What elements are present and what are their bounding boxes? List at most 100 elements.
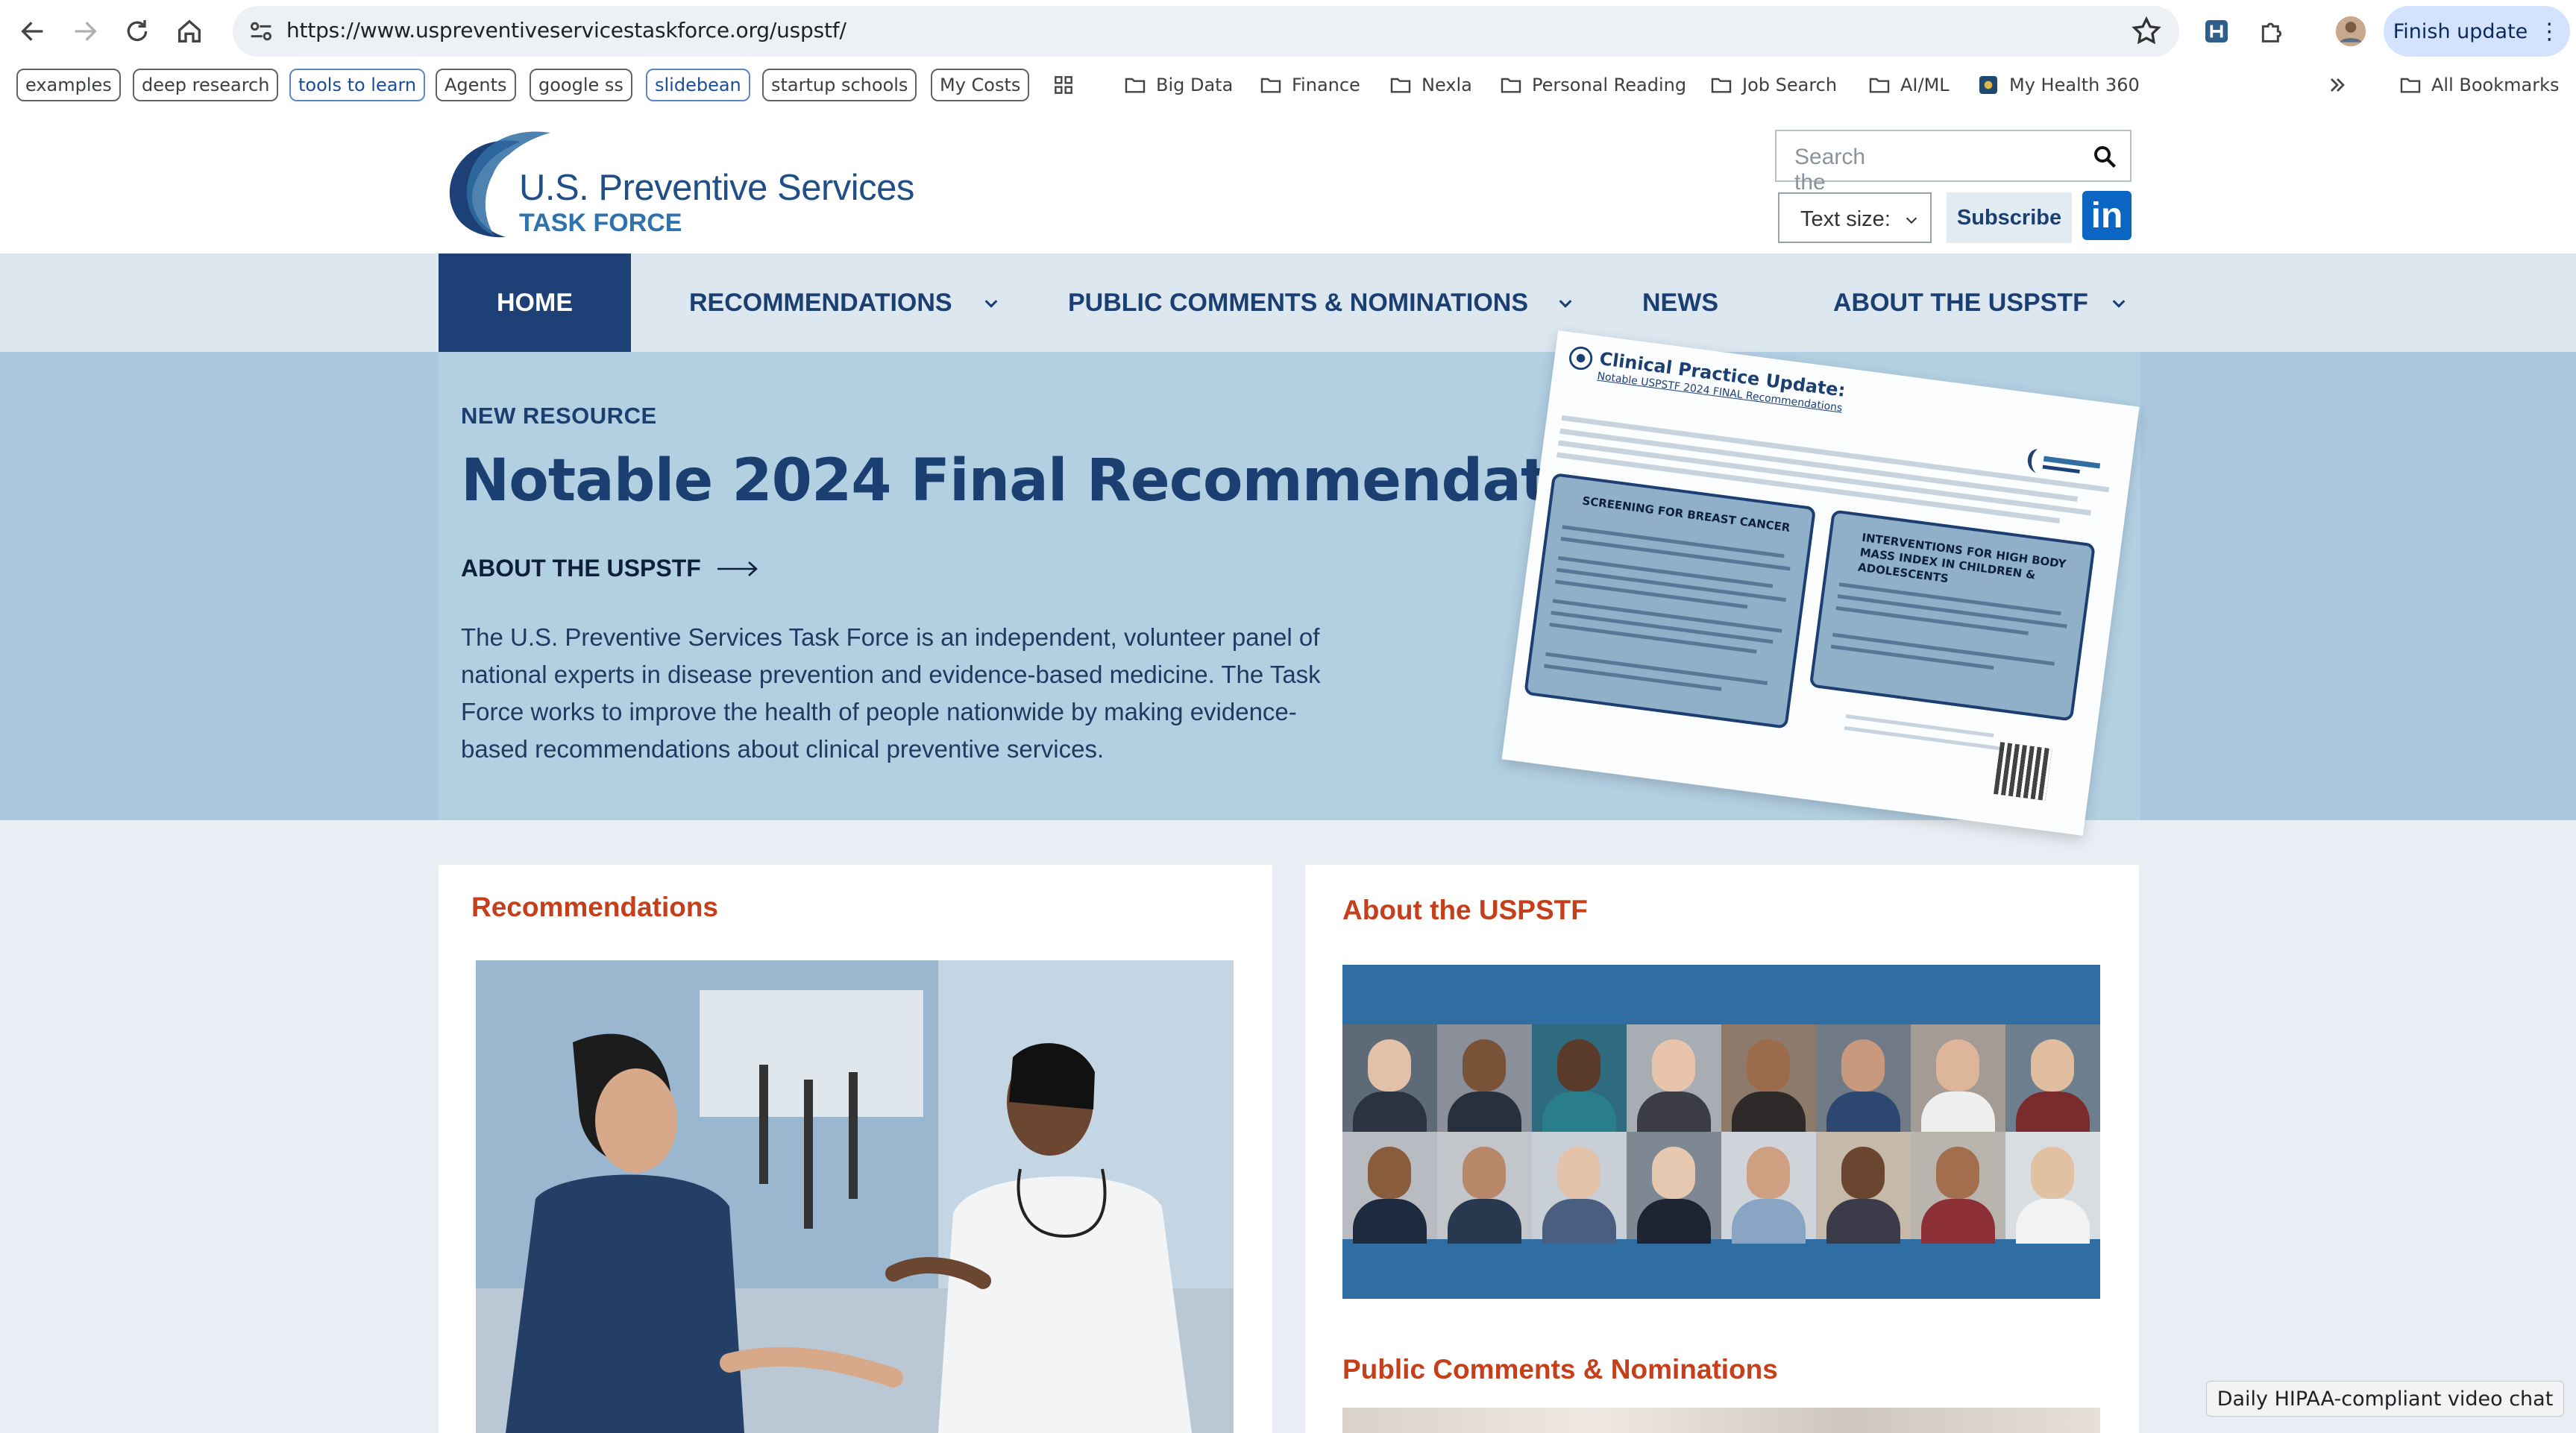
- flyer-text-line: [1844, 725, 2008, 752]
- folder-icon: [1869, 78, 1890, 93]
- apps-grid-icon[interactable]: [1052, 69, 1084, 101]
- member-photo: [1627, 1024, 1721, 1136]
- linkedin-icon[interactable]: in: [2082, 191, 2132, 240]
- nav-label: RECOMMENDATIONS: [689, 288, 952, 317]
- folder-label: Finance: [1292, 75, 1360, 95]
- bookmark-my-costs[interactable]: My Costs: [931, 69, 1030, 101]
- folder-finance[interactable]: Finance: [1259, 69, 1360, 101]
- bookmark-examples[interactable]: examples: [16, 69, 121, 101]
- nav-home[interactable]: HOME: [439, 253, 631, 352]
- search-icon[interactable]: [2091, 143, 2118, 170]
- about-card-title[interactable]: About the USPSTF: [1342, 895, 1588, 926]
- bookmark-google-ss[interactable]: google ss: [530, 69, 632, 101]
- about-card[interactable]: About the USPSTF Public Comments & Nomin…: [1305, 865, 2139, 1433]
- extension-h-icon[interactable]: [2196, 10, 2237, 52]
- public-comments-card-title[interactable]: Public Comments & Nominations: [1342, 1354, 1778, 1385]
- folder-icon: [1390, 78, 1411, 93]
- site-header: U.S. Preventive Services TASK FORCE Sear…: [0, 125, 2576, 253]
- member-photo: [1911, 1024, 2005, 1136]
- nav-about[interactable]: ABOUT THE USPSTF: [1833, 253, 2140, 352]
- member-photo: [1721, 1132, 1816, 1244]
- my-health-icon: [1979, 76, 1997, 94]
- public-comments-photo[interactable]: [1342, 1408, 2100, 1433]
- home-icon[interactable]: [169, 10, 210, 52]
- member-photo: [1437, 1132, 1532, 1244]
- logo-subtitle: TASK FORCE: [519, 209, 682, 237]
- member-photo: [2005, 1024, 2100, 1136]
- site-search-input[interactable]: Search the USPSTF Site: [1775, 130, 2132, 245]
- folder-label: Personal Reading: [1532, 75, 1687, 95]
- member-photo: [1627, 1132, 1721, 1244]
- flyer-box-title: SCREENING FOR BREAST CANCER: [1581, 494, 1791, 535]
- nav-recommendations[interactable]: RECOMMENDATIONS: [689, 253, 1002, 352]
- subscribe-button[interactable]: Subscribe: [1947, 192, 2072, 243]
- doctor-patient-image: [476, 960, 1234, 1433]
- text-size-select[interactable]: Text size:: [1778, 192, 1932, 243]
- nav-news[interactable]: NEWS: [1642, 253, 1777, 352]
- member-photo: [1816, 1024, 1911, 1136]
- recommendations-card-title[interactable]: Recommendations: [471, 892, 718, 923]
- bookmark-agents[interactable]: Agents: [436, 69, 516, 101]
- uspstf-logo[interactable]: U.S. Preventive Services TASK FORCE: [439, 125, 914, 245]
- member-photo: [1911, 1132, 2005, 1244]
- arrow-right-icon: [717, 561, 758, 576]
- hero-eyebrow: NEW RESOURCE: [461, 403, 657, 429]
- bookmark-startup-schools[interactable]: startup schools: [762, 69, 917, 101]
- folder-icon: [1260, 78, 1281, 93]
- url-text[interactable]: https://www.uspreventiveservicestaskforc…: [286, 18, 846, 42]
- bookmark-label: My Health 360: [2009, 75, 2140, 95]
- flyer-text-line: [1830, 644, 1994, 670]
- hero-title[interactable]: Notable 2024 Final Recommendations: [461, 447, 1682, 514]
- site-info-icon[interactable]: [246, 16, 276, 46]
- folder-personal-reading[interactable]: Personal Reading: [1499, 69, 1686, 101]
- card-section: Recommendations About the USPSTF Public …: [0, 820, 2576, 1433]
- folder-nexla[interactable]: Nexla: [1389, 69, 1472, 101]
- finish-update-button[interactable]: Finish update ⋮: [2384, 6, 2570, 57]
- logo-title: U.S. Preventive Services: [519, 168, 914, 208]
- member-photo: [1532, 1132, 1627, 1244]
- more-bookmarks-icon[interactable]: [2325, 69, 2358, 101]
- folder-job-search[interactable]: Job Search: [1709, 69, 1837, 101]
- forward-icon[interactable]: [64, 10, 106, 52]
- folder-icon: [2400, 78, 2421, 93]
- extensions-puzzle-icon[interactable]: [2251, 10, 2293, 52]
- text-size-label: Text size:: [1800, 207, 1891, 231]
- clinical-update-flyer[interactable]: Clinical Practice Update: Notable USPSTF…: [1501, 330, 2140, 836]
- address-bar[interactable]: https://www.uspreventiveservicestaskforc…: [233, 6, 2179, 57]
- folder-icon: [1125, 78, 1146, 93]
- chevron-down-icon: [2112, 300, 2126, 308]
- main-nav: HOME RECOMMENDATIONS PUBLIC COMMENTS & N…: [0, 253, 2576, 352]
- profile-avatar-icon[interactable]: [2330, 10, 2372, 52]
- member-photo: [1721, 1024, 1816, 1136]
- folder-big-data[interactable]: Big Data: [1123, 69, 1233, 101]
- flyer-text-line: [1845, 714, 1994, 738]
- hero-description: The U.S. Preventive Services Task Force …: [461, 623, 1321, 763]
- nav-public-comments[interactable]: PUBLIC COMMENTS & NOMINATIONS: [1068, 253, 1583, 352]
- all-bookmarks[interactable]: All Bookmarks: [2398, 69, 2559, 101]
- website: U.S. Preventive Services TASK FORCE Sear…: [0, 125, 2576, 1433]
- finish-update-label: Finish update: [2393, 19, 2528, 43]
- flyer-text-line: [1544, 664, 1722, 691]
- all-bookmarks-label: All Bookmarks: [2431, 75, 2560, 95]
- bookmark-slidebean[interactable]: slidebean: [646, 69, 750, 101]
- chevron-down-icon: [1559, 300, 1572, 308]
- task-force-members-photo[interactable]: [1342, 965, 2100, 1299]
- member-photo: [1816, 1132, 1911, 1244]
- bookmark-star-icon[interactable]: [2130, 15, 2163, 48]
- more-menu-icon: ⋮: [2538, 18, 2561, 45]
- back-icon[interactable]: [12, 10, 54, 52]
- nav-label: PUBLIC COMMENTS & NOMINATIONS: [1068, 288, 1529, 317]
- folder-ai-ml[interactable]: AI/ML: [1867, 69, 1950, 101]
- bookmark-tools-to-learn[interactable]: tools to learn: [289, 69, 426, 101]
- about-uspstf-link[interactable]: ABOUT THE USPSTF: [461, 555, 759, 582]
- chevron-down-icon: [984, 300, 998, 308]
- browser-chrome: https://www.uspreventiveservicestaskforc…: [0, 0, 2576, 125]
- reload-icon[interactable]: [116, 10, 158, 52]
- doctor-patient-photo[interactable]: [476, 960, 1234, 1433]
- stethoscope-icon: [1569, 346, 1593, 371]
- chevron-down-icon: [1906, 217, 1917, 224]
- hero-banner: NEW RESOURCE Notable 2024 Final Recommen…: [0, 330, 2576, 836]
- bookmark-my-health-360[interactable]: My Health 360: [1976, 69, 2140, 101]
- bookmark-deep-research[interactable]: deep research: [133, 69, 279, 101]
- recommendations-card[interactable]: Recommendations: [439, 865, 1272, 1433]
